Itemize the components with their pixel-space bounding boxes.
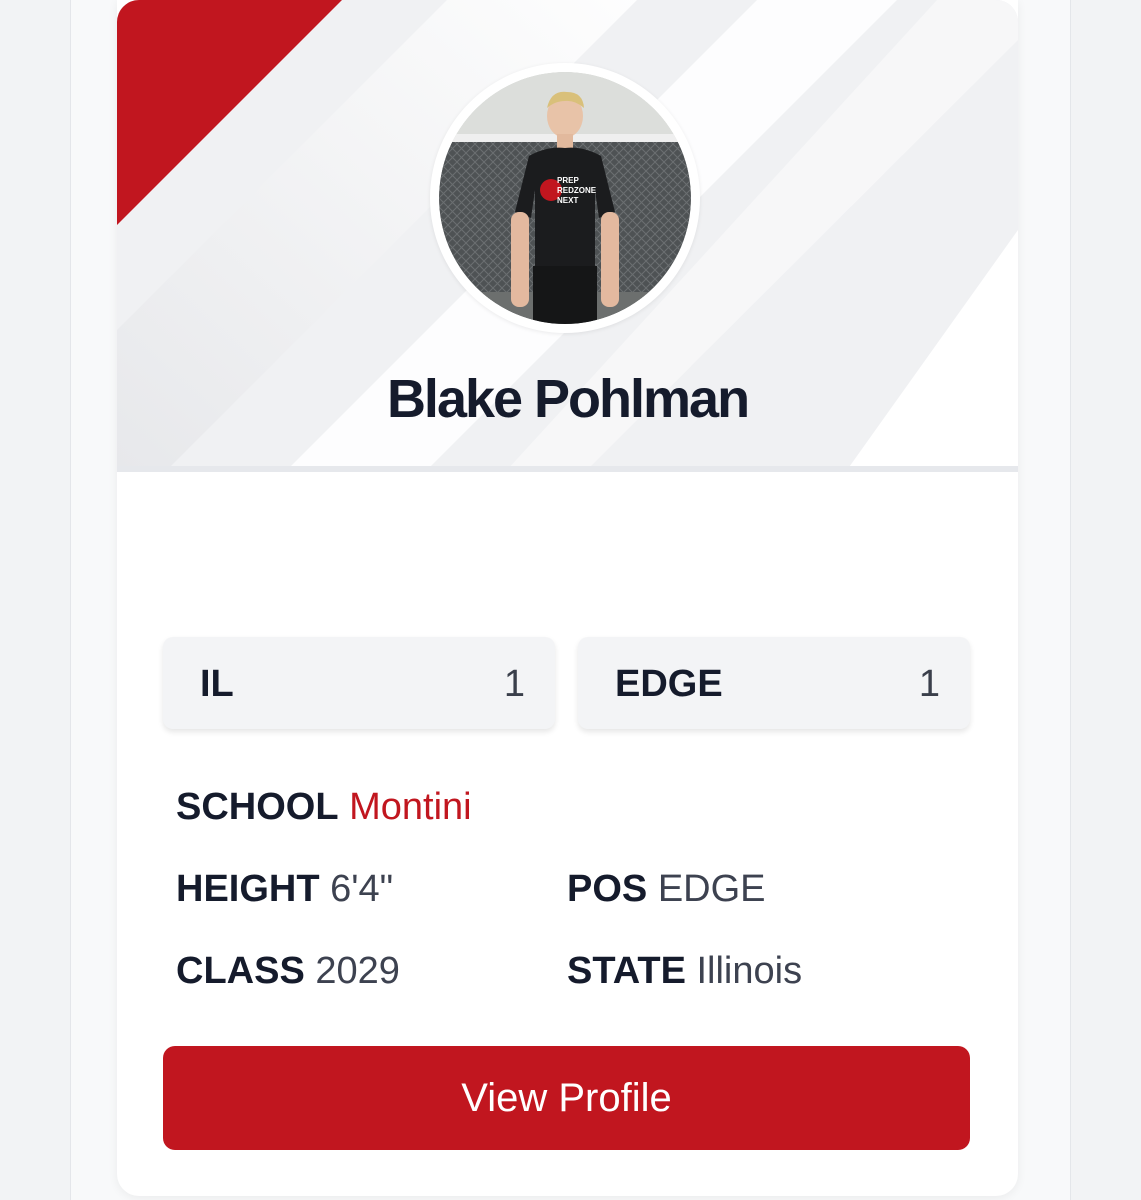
position-value: EDGE bbox=[657, 868, 766, 910]
ranking-value: 1 bbox=[503, 663, 525, 705]
school-value[interactable]: Montini bbox=[349, 786, 472, 828]
player-card: PREP REDZONE NEXT Blake Pohlman IL 1 EDG… bbox=[117, 0, 1018, 1196]
height-label: HEIGHT bbox=[176, 868, 320, 910]
position-label: POS bbox=[567, 868, 648, 910]
state-value: Illinois bbox=[696, 950, 803, 992]
state-label: STATE bbox=[567, 950, 686, 992]
ranking-il: IL 1 bbox=[163, 637, 555, 729]
player-photo: PREP REDZONE NEXT bbox=[439, 72, 691, 324]
view-profile-button[interactable]: View Profile bbox=[163, 1046, 970, 1150]
player-name: Blake Pohlman bbox=[386, 369, 750, 429]
ranking-edge: EDGE 1 bbox=[578, 637, 970, 729]
class-value: 2029 bbox=[315, 950, 400, 992]
school-label: SCHOOL bbox=[176, 786, 339, 828]
position-row: POS EDGE bbox=[567, 868, 766, 911]
class-row: CLASS 2029 bbox=[176, 950, 400, 993]
header-divider bbox=[117, 466, 1018, 472]
card-header: PREP REDZONE NEXT Blake Pohlman bbox=[117, 0, 1018, 470]
height-value: 6'4" bbox=[330, 868, 394, 910]
ranking-label: EDGE bbox=[615, 663, 723, 705]
ranking-value: 1 bbox=[918, 663, 940, 705]
shirt-text-3: NEXT bbox=[557, 196, 578, 205]
class-label: CLASS bbox=[176, 950, 305, 992]
ranking-label: IL bbox=[200, 663, 234, 705]
shirt-text-1: PREP bbox=[557, 176, 579, 185]
state-row: STATE Illinois bbox=[567, 950, 802, 993]
shirt-text-2: REDZONE bbox=[557, 186, 597, 195]
avatar[interactable]: PREP REDZONE NEXT bbox=[430, 63, 700, 333]
height-row: HEIGHT 6'4" bbox=[176, 868, 393, 911]
school-row: SCHOOL Montini bbox=[176, 786, 472, 829]
